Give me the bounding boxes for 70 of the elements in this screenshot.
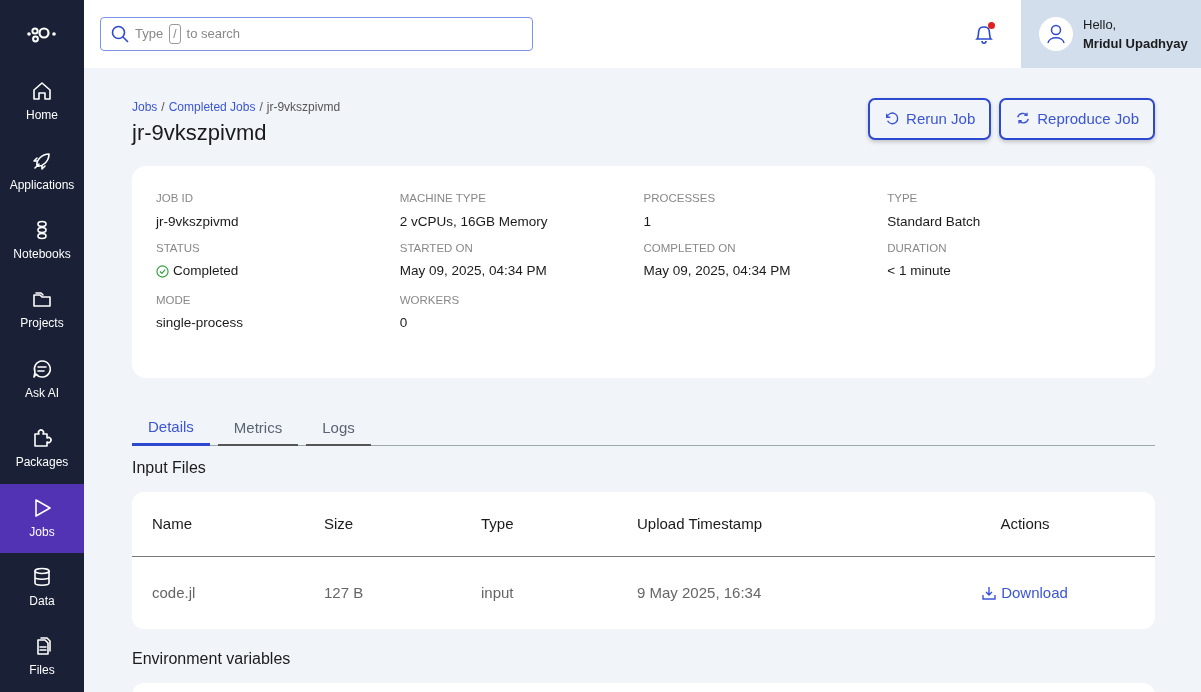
- field-value: 1: [643, 212, 651, 231]
- field-label: MODE: [156, 292, 192, 308]
- field-label: PROCESSES: [643, 191, 717, 207]
- table-cell-text: code.jl: [152, 582, 196, 603]
- field-label: DURATION: [887, 240, 948, 256]
- check-circle-icon: [156, 264, 169, 278]
- tab[interactable]: Logs: [306, 412, 371, 446]
- search-icon: [111, 25, 129, 43]
- page-title: jr-9vkszpivmd: [132, 120, 268, 147]
- sidebar-item[interactable]: Data: [0, 553, 84, 623]
- field-label: STARTED ON: [399, 240, 474, 256]
- field-label: TYPE: [887, 191, 919, 207]
- column-header: Upload Timestamp: [637, 513, 763, 534]
- action-button[interactable]: Reproduce Job: [999, 98, 1155, 140]
- sidebar-item[interactable]: Jobs: [0, 483, 84, 554]
- user-name: Mridul Upadhyay: [1083, 35, 1188, 53]
- breadcrumb-link[interactable]: Jobs: [132, 98, 158, 116]
- notifications-button[interactable]: [973, 22, 995, 46]
- column-header: Actions: [1000, 513, 1050, 534]
- field-label: WORKERS: [399, 292, 461, 308]
- user-silhouette-icon: [1046, 24, 1066, 44]
- field-value: 0: [399, 314, 408, 332]
- breadcrumb-link[interactable]: Completed Jobs: [168, 98, 256, 116]
- sidebar-item[interactable]: Files: [0, 622, 84, 692]
- table-cell-text: 127 B: [324, 582, 364, 603]
- field-value: May 09, 2025, 04:34 PM: [643, 262, 791, 281]
- search-field[interactable]: Type / to search: [100, 17, 533, 51]
- sidebar-item[interactable]: Notebooks: [0, 206, 84, 276]
- section-title: Input Files: [132, 457, 207, 478]
- sidebar-item[interactable]: Packages: [0, 414, 84, 484]
- column-header: Size: [324, 513, 354, 534]
- column-header: Type: [481, 513, 514, 534]
- logo-icon: [27, 24, 57, 43]
- sidebar-item[interactable]: Home: [0, 67, 84, 137]
- user-panel[interactable]: Hello, Mridul Upadhyay: [1021, 0, 1201, 68]
- tab[interactable]: Details: [132, 412, 210, 446]
- download-icon: [982, 585, 997, 600]
- field-label: STATUS: [156, 240, 201, 256]
- undo-arrow-icon: [884, 111, 901, 127]
- section-title: Environment variables: [132, 648, 292, 669]
- breadcrumb-separator: /: [161, 99, 165, 116]
- breadcrumb-separator: /: [259, 99, 263, 116]
- field-value: 2 vCPUs, 16GB Memory: [399, 212, 548, 231]
- home-icon: [31, 80, 53, 103]
- field-value: May 09, 2025, 04:34 PM: [399, 262, 547, 281]
- field-label: MACHINE TYPE: [399, 191, 487, 207]
- keyboard-key: /: [169, 24, 181, 44]
- field-value: Completed: [156, 261, 239, 282]
- field-label: COMPLETED ON: [643, 240, 737, 256]
- sidebar-item[interactable]: Ask AI: [0, 345, 84, 415]
- search-hint: Type: [135, 25, 164, 44]
- field-value: Standard Batch: [887, 212, 981, 231]
- column-header: Name: [152, 513, 192, 534]
- table-cell-text: 9 May 2025, 16:34: [637, 582, 762, 603]
- breadcrumb-current: jr-9vkszpivmd: [266, 99, 341, 116]
- sidebar-item[interactable]: Applications: [0, 136, 84, 207]
- field-value: single-process: [156, 314, 244, 332]
- table-cell-text: input: [481, 582, 514, 603]
- tab[interactable]: Metrics: [217, 412, 299, 446]
- greeting-text: Hello,: [1083, 15, 1118, 34]
- database-icon: [31, 565, 53, 588]
- sidebar-item[interactable]: Projects: [0, 275, 84, 346]
- chat-bubble-icon: [31, 357, 53, 380]
- download-link[interactable]: Download: [982, 581, 1068, 605]
- search-hint: to search: [186, 25, 240, 44]
- field-value: < 1 minute: [887, 262, 951, 281]
- field-value: jr-9vkszpivmd: [156, 212, 239, 231]
- field-label: JOB ID: [156, 191, 195, 207]
- puzzle-piece-icon: [31, 427, 53, 450]
- action-button[interactable]: Rerun Job: [868, 98, 992, 140]
